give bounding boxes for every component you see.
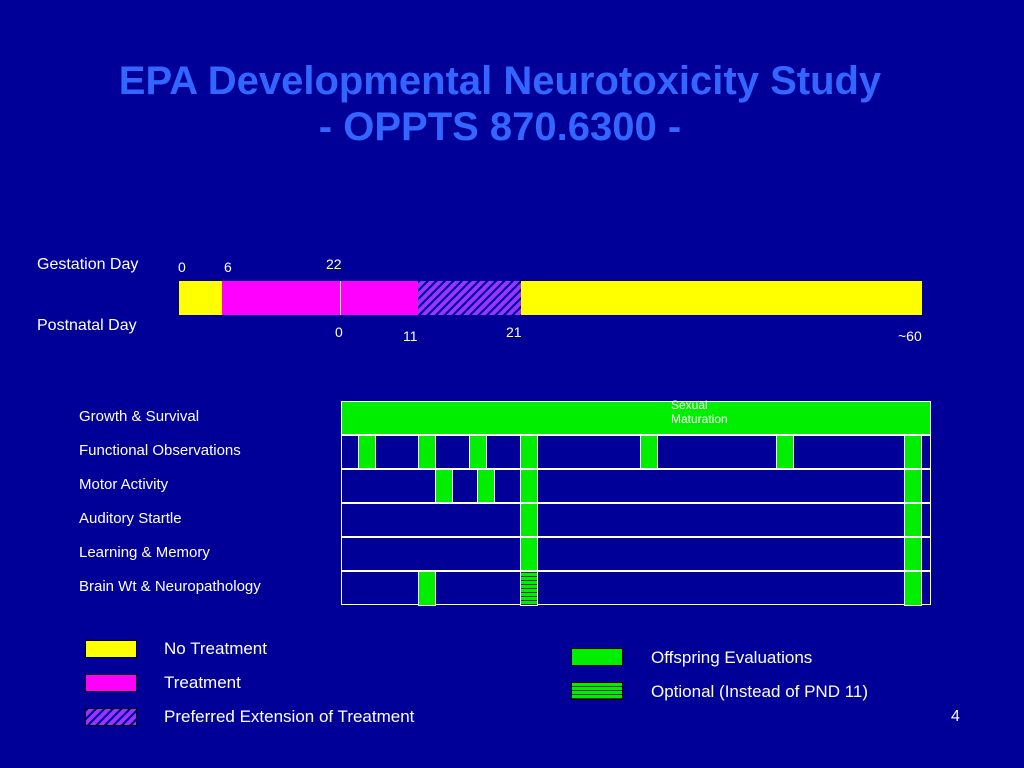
functional-observation-mark — [358, 435, 376, 469]
treatment-segment-gestation — [222, 281, 341, 315]
auditory-startle-row — [341, 503, 931, 537]
auditory-startle-mark — [904, 503, 922, 537]
functional-observation-mark — [904, 435, 922, 469]
title-line-1: EPA Developmental Neurotoxicity Study — [118, 59, 882, 103]
postnatal-tick-60: ~60 — [898, 328, 922, 344]
auditory-startle-mark — [520, 503, 538, 537]
no-treatment-segment-gestation — [179, 281, 222, 315]
page-number: 4 — [951, 708, 960, 725]
postnatal-tick-0: 0 — [335, 324, 343, 340]
preferred-extension-segment — [418, 281, 521, 315]
learning-memory-mark — [904, 537, 922, 571]
row-label-brain-neuropathology: Brain Wt & Neuropathology — [79, 578, 261, 595]
row-label-functional-observations: Functional Observations — [79, 442, 241, 459]
optional-legend-label: Optional (Instead of PND 11) — [651, 682, 869, 701]
motor-activity-mark — [904, 469, 922, 503]
offspring-evaluations-swatch — [571, 648, 623, 666]
treatment-legend-label: Treatment — [164, 673, 241, 692]
slide-title: EPA Developmental Neurotoxicity Study - … — [0, 58, 1000, 150]
treatment-segment-postnatal — [341, 281, 418, 315]
brain-neuropathology-mark — [418, 571, 436, 606]
title-line-2: - OPPTS 870.6300 - — [318, 105, 682, 149]
functional-observation-mark — [776, 435, 794, 469]
functional-observation-mark — [418, 435, 436, 469]
gestation-day-label: Gestation Day — [37, 256, 139, 273]
functional-observation-mark — [520, 435, 538, 469]
sexual-maturation-label: Sexual Maturation — [671, 398, 728, 426]
motor-activity-mark — [477, 469, 495, 503]
no-treatment-swatch — [85, 640, 137, 658]
row-label-growth-survival: Growth & Survival — [79, 408, 200, 425]
row-label-motor-activity: Motor Activity — [79, 476, 169, 493]
gestation-tick-0: 0 — [178, 259, 186, 275]
learning-memory-mark — [520, 537, 538, 571]
motor-activity-mark — [520, 469, 538, 503]
no-treatment-legend-label: No Treatment — [164, 639, 267, 658]
postnatal-tick-11: 11 — [403, 328, 418, 344]
brain-neuropathology-mark — [904, 571, 922, 606]
functional-observation-mark — [640, 435, 658, 469]
preferred-extension-swatch — [85, 708, 137, 726]
functional-observation-mark — [469, 435, 487, 469]
optional-swatch — [571, 682, 623, 700]
row-label-auditory-startle: Auditory Startle — [79, 510, 182, 527]
postnatal-day-label: Postnatal Day — [37, 317, 137, 334]
no-treatment-segment-postnatal — [521, 281, 922, 315]
motor-activity-row — [341, 469, 931, 503]
postnatal-tick-21: 21 — [506, 324, 522, 340]
gestation-tick-6: 6 — [224, 259, 232, 275]
growth-survival-row — [341, 401, 931, 435]
brain-neuropathology-optional-mark — [520, 571, 538, 606]
gestation-tick-22: 22 — [326, 256, 342, 272]
treatment-swatch — [85, 674, 137, 692]
motor-activity-mark — [435, 469, 453, 503]
row-label-learning-memory: Learning & Memory — [79, 544, 210, 561]
learning-memory-row — [341, 537, 931, 571]
preferred-extension-legend-label: Preferred Extension of Treatment — [164, 707, 415, 726]
offspring-evaluations-legend-label: Offspring Evaluations — [651, 648, 813, 667]
